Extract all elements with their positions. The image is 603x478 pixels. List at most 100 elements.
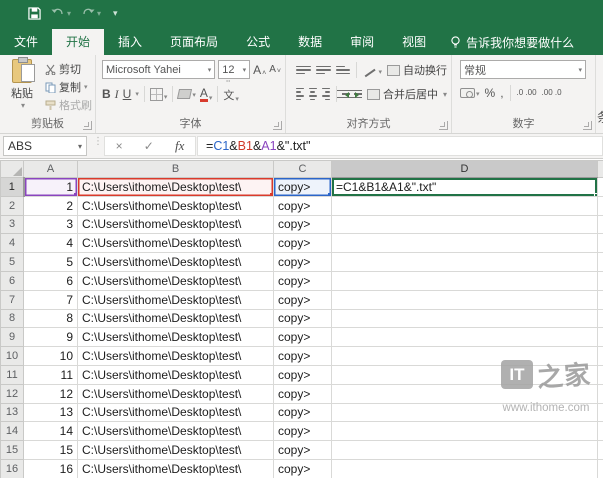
row-header[interactable]: 3 [1,215,24,234]
cell-e[interactable] [598,290,603,309]
font-size-combo[interactable]: 12 ▾ [218,60,250,79]
cell-b[interactable]: C:\Users\ithome\Desktop\test\ [78,441,274,460]
enter-button[interactable]: ✓ [144,139,154,153]
font-color-button[interactable]: A▾ [200,86,213,102]
cell-e[interactable] [598,309,603,328]
row-header[interactable]: 13 [1,403,24,422]
insert-function-button[interactable]: fx [175,138,184,154]
cell-c[interactable]: copy> [274,253,332,272]
formula-input[interactable]: =C1&B1&A1&".txt" [197,136,603,156]
grow-font-button[interactable]: A˄ [253,63,266,77]
save-button[interactable] [28,7,41,20]
cell-b[interactable]: C:\Users\ithome\Desktop\test\ [78,234,274,253]
cell-a[interactable]: 16 [24,459,78,478]
percent-style-button[interactable]: % [485,86,496,100]
cell-c[interactable]: copy> [274,422,332,441]
column-header-d[interactable]: D [332,161,598,178]
cell-a[interactable]: 7 [24,290,78,309]
cell-d[interactable] [332,215,598,234]
borders-button[interactable]: ▾ [150,88,168,101]
redo-button[interactable]: ▾ [81,8,101,19]
row-header[interactable]: 12 [1,384,24,403]
cell-b[interactable]: C:\Users\ithome\Desktop\test\ [78,365,274,384]
orientation-button[interactable]: ▾ [363,64,382,76]
cell-c[interactable]: copy> [274,309,332,328]
cell-e[interactable] [598,178,603,197]
column-header-a[interactable]: A [24,161,78,178]
cell-b[interactable]: C:\Users\ithome\Desktop\test\ [78,309,274,328]
font-name-combo[interactable]: Microsoft Yahei ▾ [102,60,215,79]
row-header[interactable]: 4 [1,234,24,253]
alignment-dialog-launcher[interactable] [439,121,448,130]
accounting-format-button[interactable]: ▾ [460,88,480,98]
cell-d[interactable]: =C1&B1&A1&".txt" [332,178,598,197]
customize-quick-access-button[interactable]: ▾ [111,8,118,19]
wrap-text-button[interactable]: 自动换行 [387,62,447,78]
cell-c[interactable]: copy> [274,271,332,290]
cell-a[interactable]: 5 [24,253,78,272]
align-center-icon[interactable] [309,88,317,100]
cell-e[interactable] [598,328,603,347]
cell-c[interactable]: copy> [274,384,332,403]
cell-b[interactable]: C:\Users\ithome\Desktop\test\ [78,347,274,366]
comma-style-button[interactable]: , [500,86,503,100]
align-bottom-icon[interactable] [336,66,351,75]
cell-a[interactable]: 3 [24,215,78,234]
phonetic-guide-button[interactable]: 文▾ [223,85,239,103]
row-header[interactable]: 11 [1,365,24,384]
cell-e[interactable] [598,422,603,441]
tab-home[interactable]: 开始 [52,29,104,55]
tell-me-box[interactable]: 告诉我你想要做什么 [440,29,584,55]
paste-button[interactable]: 粘贴 ▾ [7,59,37,113]
cell-a[interactable]: 14 [24,422,78,441]
cell-a[interactable]: 4 [24,234,78,253]
cell-d[interactable] [332,234,598,253]
increase-decimal-button[interactable]: .0 .00 [517,89,537,97]
cell-c[interactable]: copy> [274,441,332,460]
decrease-decimal-button[interactable]: .00 .0 [542,89,562,97]
row-header[interactable]: 10 [1,347,24,366]
cell-b[interactable]: C:\Users\ithome\Desktop\test\ [78,459,274,478]
cell-a[interactable]: 11 [24,365,78,384]
clipboard-dialog-launcher[interactable] [83,121,92,130]
fill-color-button[interactable]: ▾ [178,89,196,99]
cell-a[interactable]: 1 [24,178,78,197]
cell-d[interactable] [332,196,598,215]
cell-b[interactable]: C:\Users\ithome\Desktop\test\ [78,328,274,347]
cell-e[interactable] [598,441,603,460]
row-header[interactable]: 1 [1,178,24,197]
cell-b[interactable]: C:\Users\ithome\Desktop\test\ [78,384,274,403]
row-header[interactable]: 7 [1,290,24,309]
cut-button[interactable]: 剪切 [45,61,92,77]
tab-view[interactable]: 视图 [388,29,440,55]
column-header-c[interactable]: C [274,161,332,178]
cell-e[interactable] [598,234,603,253]
cell-b[interactable]: C:\Users\ithome\Desktop\test\ [78,215,274,234]
cell-c[interactable]: copy> [274,290,332,309]
align-middle-icon[interactable] [316,66,331,75]
row-header[interactable]: 15 [1,441,24,460]
formula-bar-grip[interactable]: ⋮ [93,140,103,144]
cell-d[interactable] [332,271,598,290]
cell-c[interactable]: copy> [274,196,332,215]
cell-d[interactable] [332,422,598,441]
bold-button[interactable]: B [102,87,111,101]
merge-center-button[interactable]: 合并后居中 ▾ [367,86,447,102]
cell-b[interactable]: C:\Users\ithome\Desktop\test\ [78,196,274,215]
cell-c[interactable]: copy> [274,328,332,347]
shrink-font-button[interactable]: A˅ [269,64,281,75]
cell-a[interactable]: 12 [24,384,78,403]
underline-button[interactable]: U [123,87,132,101]
cell-c[interactable]: copy> [274,459,332,478]
align-top-icon[interactable] [296,66,311,75]
cell-c[interactable]: copy> [274,215,332,234]
cell-c[interactable]: copy> [274,403,332,422]
copy-button[interactable]: 复制 ▾ [45,79,92,95]
cell-d[interactable] [332,459,598,478]
align-left-icon[interactable] [296,88,304,100]
cell-e[interactable] [598,215,603,234]
cell-e[interactable] [598,253,603,272]
increase-indent-icon[interactable] [355,89,362,100]
cell-b[interactable]: C:\Users\ithome\Desktop\test\ [78,422,274,441]
cell-a[interactable]: 8 [24,309,78,328]
